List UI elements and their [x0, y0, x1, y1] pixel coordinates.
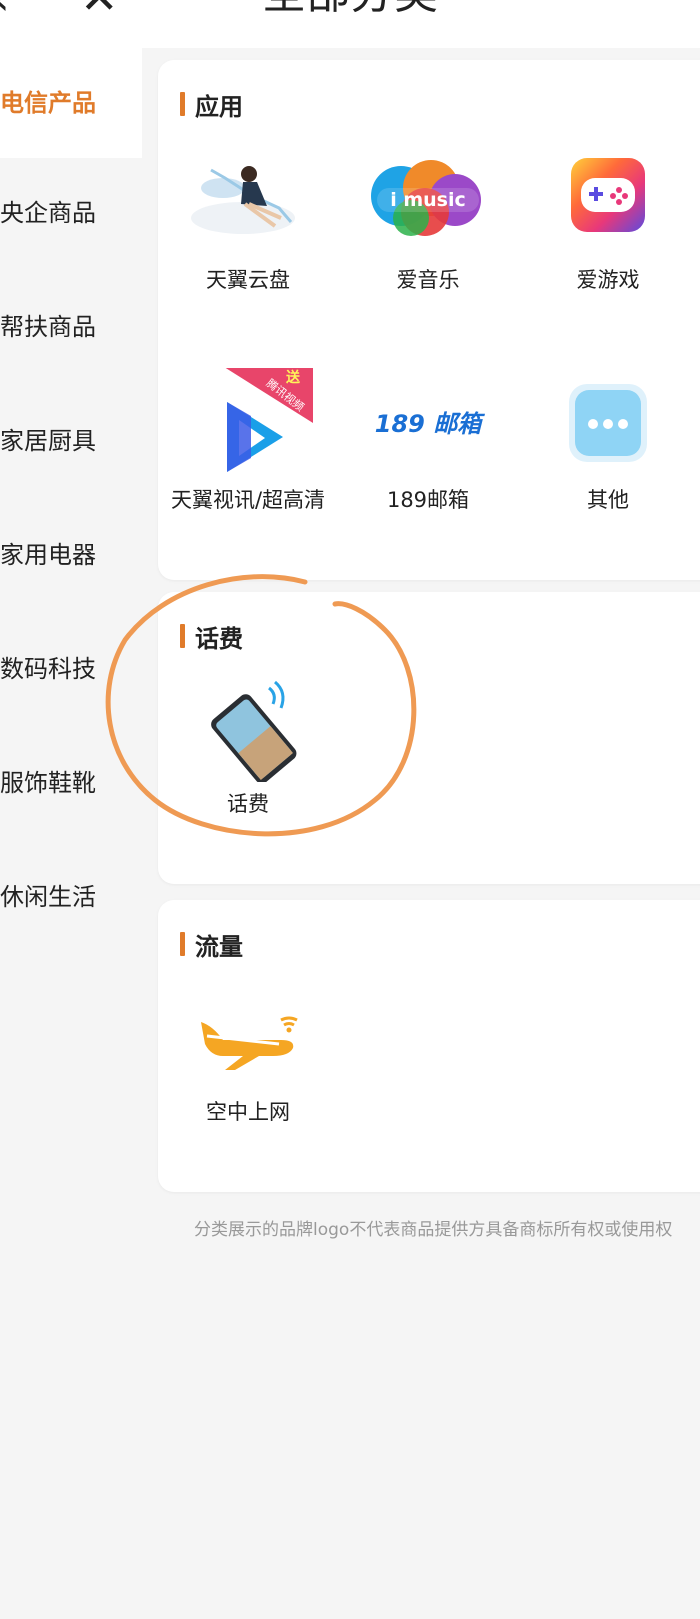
promo-badge: 送 — [285, 369, 301, 386]
in-flight-wifi-item[interactable]: 空中上网 — [158, 980, 338, 1126]
imusic-logo-text: i music — [390, 189, 466, 211]
page-title: 全部分类 — [0, 0, 700, 16]
app-item-189-mail[interactable]: 189 邮箱 189邮箱 — [338, 368, 518, 514]
sidebar-item-leisure[interactable]: 休闲生活 — [0, 842, 142, 952]
section-data: 流量 空中上网 — [158, 900, 700, 1192]
section-phone-credit: 话费 话费 — [158, 592, 700, 884]
mail-189-icon: 189 邮箱 — [363, 368, 493, 478]
sidebar-item-telecom[interactable]: 电信产品 — [0, 48, 142, 158]
cloud-drive-icon — [183, 148, 313, 258]
app-item-label: 天翼云盘 — [206, 268, 290, 292]
section-accent-bar — [180, 92, 185, 116]
sidebar-item-central-enterprise[interactable]: 央企商品 — [0, 158, 142, 268]
gamepad-icon — [543, 148, 673, 258]
category-sidebar: 电信产品 央企商品 帮扶商品 家居厨具 家用电器 数码科技 服饰鞋靴 休闲生活 — [0, 48, 142, 1619]
sidebar-item-appliances[interactable]: 家用电器 — [0, 500, 142, 610]
trademark-disclaimer: 分类展示的品牌logo不代表商品提供方具备商标所有权或使用权 — [194, 1220, 673, 1240]
sidebar-item-digital[interactable]: 数码科技 — [0, 614, 142, 724]
category-content: 应用 天翼云盘 i music 爱音乐 爱游戏 送 腾讯视频 天翼视讯/超高清 … — [142, 48, 700, 1619]
section-apps: 应用 天翼云盘 i music 爱音乐 爱游戏 送 腾讯视频 天翼视讯/超高清 … — [158, 60, 700, 580]
section-title: 应用 — [180, 90, 243, 121]
app-item-imusic[interactable]: i music 爱音乐 — [338, 148, 518, 294]
phone-credit-item[interactable]: 话费 — [158, 672, 338, 818]
header: ‹ ✕ 全部分类 ◠ — [0, 0, 700, 40]
sidebar-item-kitchen[interactable]: 家居厨具 — [0, 386, 142, 496]
app-item-label: 话费 — [227, 792, 269, 816]
airplane-wifi-icon — [183, 980, 313, 1090]
app-item-game[interactable]: 爱游戏 — [518, 148, 698, 294]
app-item-label: 其他 — [587, 488, 629, 512]
phone-signal-icon — [183, 672, 313, 784]
app-item-label: 爱游戏 — [576, 268, 640, 292]
imusic-icon: i music — [363, 148, 493, 258]
section-title: 话费 — [180, 622, 243, 653]
section-title: 流量 — [180, 930, 243, 961]
search-icon[interactable]: ◠ — [671, 0, 700, 16]
section-accent-bar — [180, 932, 185, 956]
more-dots-icon — [543, 368, 673, 478]
mail-189-logo-text: 189 邮箱 — [375, 410, 485, 438]
section-accent-bar — [180, 624, 185, 648]
app-item-label: 空中上网 — [206, 1100, 290, 1124]
video-play-icon: 送 腾讯视频 — [183, 360, 321, 478]
sidebar-item-apparel[interactable]: 服饰鞋靴 — [0, 728, 142, 838]
sidebar-item-assistance[interactable]: 帮扶商品 — [0, 272, 142, 382]
app-item-video[interactable]: 送 腾讯视频 天翼视讯/超高清 — [158, 360, 338, 514]
app-item-label: 天翼视讯/超高清 — [170, 488, 326, 512]
app-item-cloud-drive[interactable]: 天翼云盘 — [158, 148, 338, 294]
app-item-label: 189邮箱 — [386, 488, 470, 512]
app-item-label: 爱音乐 — [396, 268, 460, 292]
app-item-other[interactable]: 其他 — [518, 368, 698, 514]
